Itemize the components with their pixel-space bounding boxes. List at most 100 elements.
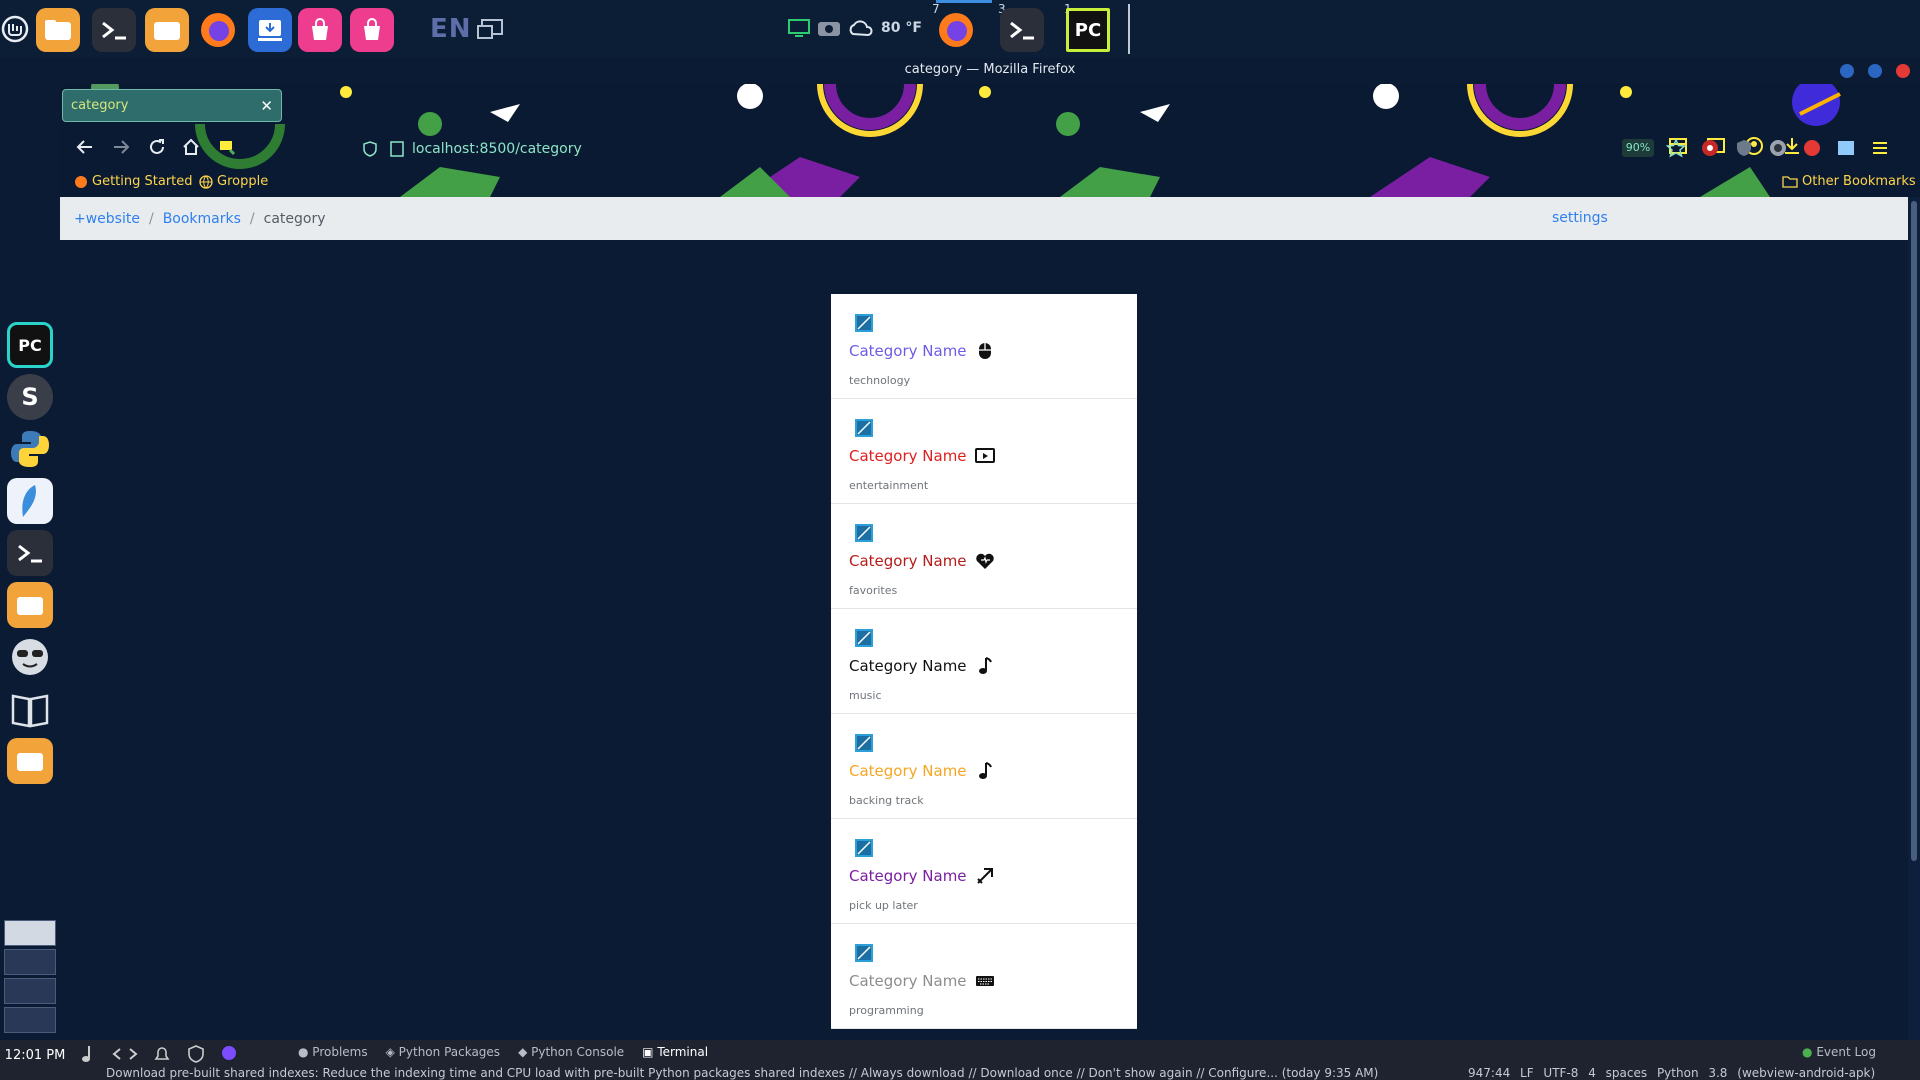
workspace-thumbnail[interactable] (4, 978, 56, 1004)
software-manager-icon[interactable] (248, 8, 292, 52)
bookmark-gropple[interactable]: Gropple (199, 174, 268, 189)
book-icon[interactable] (7, 686, 53, 732)
code-icon[interactable] (112, 1044, 138, 1064)
arrow-icon (975, 866, 995, 886)
shield-icon[interactable] (186, 1044, 206, 1064)
bookmark-star-icon[interactable] (1666, 138, 1686, 158)
category-card[interactable]: Category Name music (831, 609, 1137, 714)
terminal-icon[interactable] (7, 530, 53, 576)
python-icon[interactable] (7, 426, 53, 472)
page-scrollbar[interactable] (1908, 197, 1920, 1040)
sunglasses-face-icon[interactable] (7, 634, 53, 680)
category-name[interactable]: Category Name (849, 447, 967, 465)
zoom-level[interactable]: 90% (1622, 139, 1654, 157)
category-card[interactable]: Category Name backing track (831, 714, 1137, 819)
notification-text[interactable]: Download pre-built shared indexes: Reduc… (106, 1066, 1406, 1080)
tv-icon (974, 446, 995, 466)
category-name[interactable]: Category Name (849, 867, 967, 885)
status-bar-info[interactable]: 947:44 LF UTF-8 4 spaces Python 3.8 (web… (1468, 1066, 1875, 1080)
ide-tool-tabs: ● Problems ◈ Python Packages ◆ Python Co… (298, 1045, 708, 1059)
category-title-row: Category Name (849, 341, 995, 361)
firefox-icon[interactable] (196, 8, 240, 52)
category-card[interactable]: Category Name favorites (831, 504, 1137, 609)
extension-icon[interactable] (1836, 138, 1856, 158)
breadcrumb-bookmarks[interactable]: Bookmarks (163, 211, 241, 227)
shield-icon[interactable] (362, 141, 378, 157)
menu-icon[interactable] (1870, 138, 1890, 158)
workspace-thumbnail[interactable] (4, 949, 56, 975)
breadcrumb-website[interactable]: +website (74, 211, 140, 227)
tab-python-packages[interactable]: ◈ Python Packages (386, 1045, 500, 1059)
app-icon[interactable] (220, 1044, 238, 1062)
weather-temp[interactable]: 80 °F (881, 20, 922, 36)
scrollbar-thumb[interactable] (1911, 201, 1917, 861)
folder-icon[interactable] (145, 8, 189, 52)
close-button[interactable] (1896, 64, 1910, 78)
other-bookmarks[interactable]: Other Bookmarks (1782, 174, 1916, 189)
pycharm-icon[interactable]: PC (1066, 8, 1110, 52)
extension-icon[interactable] (1802, 138, 1822, 158)
event-log-button[interactable]: ● Event Log (1802, 1045, 1876, 1059)
display-icon[interactable] (476, 18, 506, 46)
weather-icon[interactable] (847, 16, 875, 40)
minimize-button[interactable] (1840, 64, 1854, 78)
feather-icon[interactable] (7, 478, 53, 524)
category-name[interactable]: Category Name (849, 762, 967, 780)
tab-problems[interactable]: ● Problems (298, 1045, 368, 1059)
category-title-row: Category Name (849, 971, 995, 991)
shopping-bag-icon[interactable] (350, 8, 394, 52)
category-card[interactable]: Category Name programming (831, 924, 1137, 1029)
workspace-thumbnail[interactable] (4, 1007, 56, 1033)
reload-icon[interactable] (148, 138, 166, 160)
category-card[interactable]: Category Name pick up later (831, 819, 1137, 924)
music-note-icon[interactable] (80, 1044, 98, 1064)
music-note-icon (975, 656, 995, 676)
files-icon[interactable] (36, 8, 80, 52)
extension-icon[interactable] (1700, 138, 1720, 158)
category-name[interactable]: Category Name (849, 972, 967, 990)
terminal-icon[interactable] (1000, 8, 1044, 52)
tab-terminal[interactable]: ▣ Terminal (642, 1045, 708, 1059)
folder-icon[interactable] (7, 582, 53, 628)
category-card[interactable]: Category Name technology (831, 294, 1137, 399)
address-bar[interactable]: localhost:8500/category (362, 134, 1690, 164)
tab-python-console[interactable]: ◆ Python Console (518, 1045, 624, 1059)
close-tab-icon[interactable]: ✕ (260, 97, 273, 115)
forward-icon[interactable] (112, 138, 130, 160)
category-description: entertainment (849, 479, 929, 492)
home-icon[interactable] (182, 138, 200, 160)
category-name[interactable]: Category Name (849, 552, 967, 570)
back-icon[interactable] (76, 138, 94, 160)
category-name[interactable]: Category Name (849, 342, 967, 360)
maximize-button[interactable] (1868, 64, 1882, 78)
category-card[interactable]: Category Name entertainment (831, 399, 1137, 504)
folder-icon[interactable] (7, 738, 53, 784)
tab-category[interactable]: category ✕ (62, 89, 282, 122)
s-app-icon[interactable]: S (7, 374, 53, 420)
category-name[interactable]: Category Name (849, 657, 967, 675)
breadcrumb-separator: / (148, 210, 154, 227)
bookmark-getting-started[interactable]: Getting Started (74, 174, 193, 189)
dock: PC S (0, 58, 60, 1040)
keyboard-layout[interactable]: EN (430, 14, 472, 44)
extension-icon[interactable] (218, 138, 236, 160)
terminal-icon[interactable] (92, 8, 136, 52)
category-title-row: Category Name (849, 761, 995, 781)
monitor-tray-icon[interactable] (787, 18, 811, 38)
workspace-thumbnail[interactable] (4, 920, 56, 946)
broken-image-icon (855, 734, 873, 752)
settings-link[interactable]: settings (1552, 210, 1608, 226)
shopping-bag-icon[interactable] (298, 8, 342, 52)
bell-icon[interactable] (152, 1044, 172, 1064)
mint-menu-icon[interactable] (0, 12, 30, 46)
extension-icon[interactable] (1768, 138, 1788, 158)
window-title: category — Mozilla Firefox (904, 62, 1076, 77)
pycharm-icon[interactable]: PC (7, 322, 53, 368)
firefox-icon[interactable] (934, 8, 978, 52)
camera-tray-icon[interactable] (817, 18, 841, 38)
tab-label: Terminal (657, 1045, 709, 1059)
clock[interactable]: 12:01 PM (0, 1048, 70, 1063)
url-text[interactable]: localhost:8500/category (412, 141, 582, 157)
extension-icon[interactable] (1734, 138, 1754, 158)
url-right-icons (1666, 138, 1890, 158)
